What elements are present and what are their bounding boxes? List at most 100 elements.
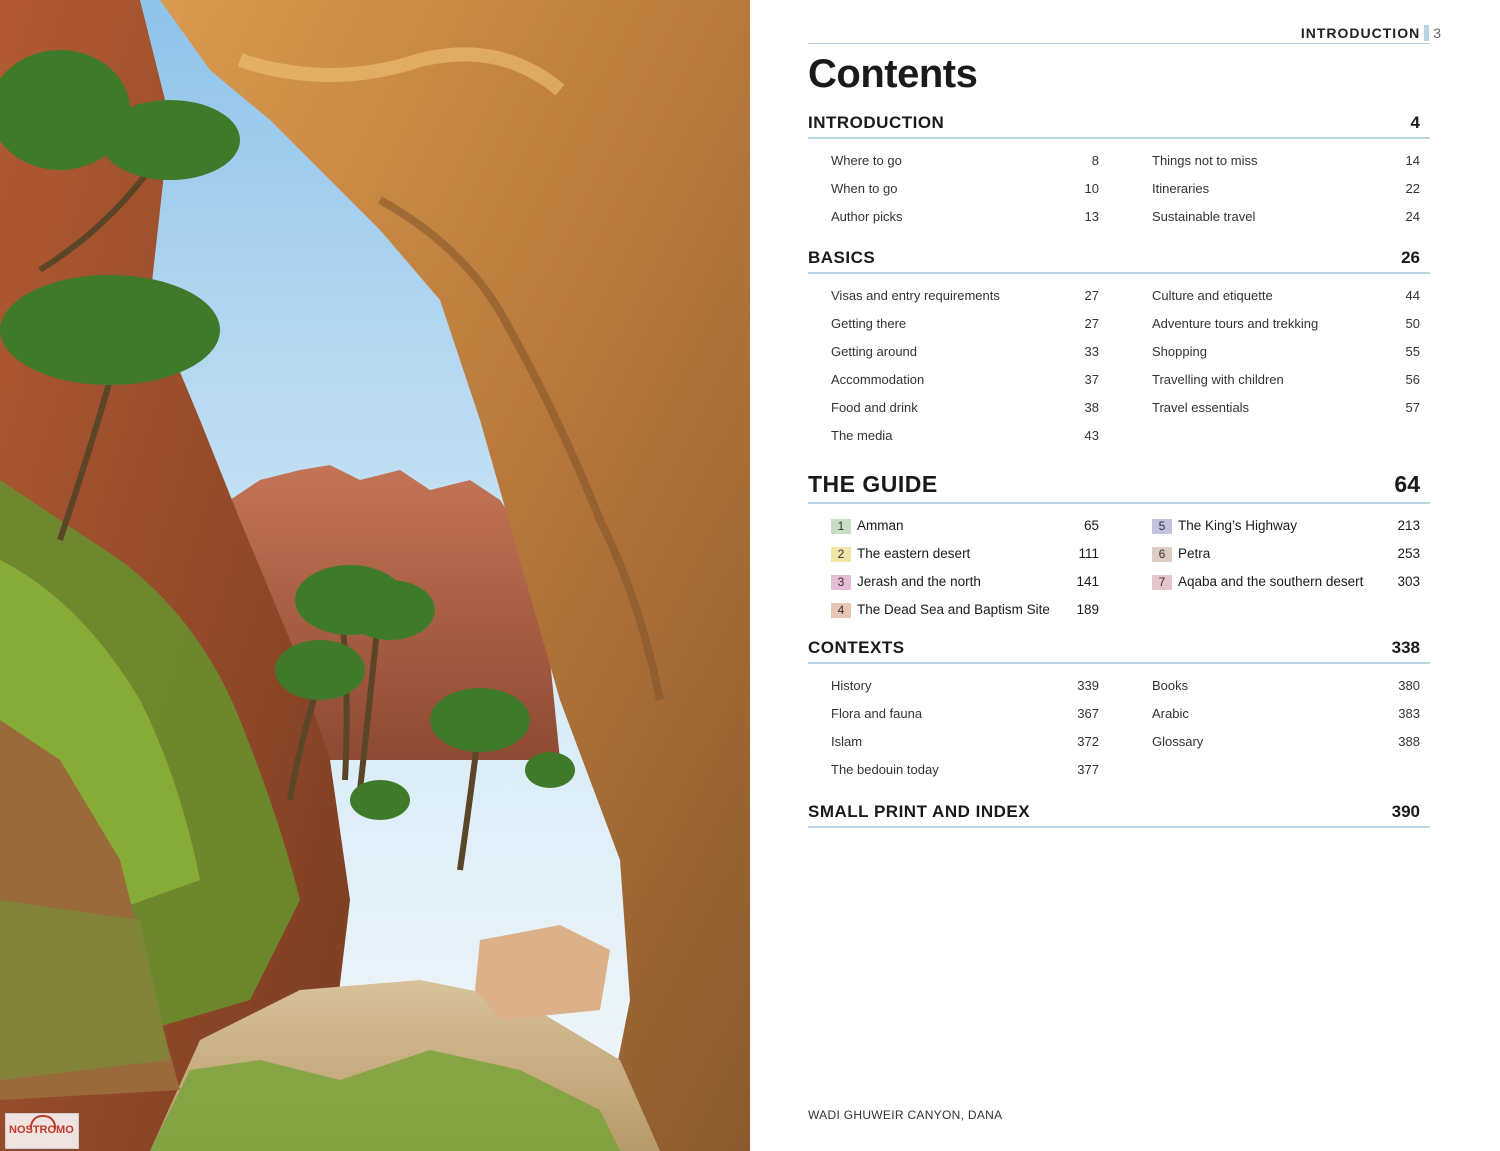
right-column: 5 The King’s Highway 213 6 Petra 253 7 Aqaba an…: [1152, 512, 1420, 596]
toc-entry-page: 253: [1397, 546, 1420, 561]
toc-entry-text: Sustainable travel: [1152, 209, 1256, 224]
toc-entry-label: Flora and fauna: [831, 706, 922, 721]
toc-entry-label: 6 Petra: [1152, 546, 1210, 562]
toc-entry-label: Culture and etiquette: [1152, 288, 1273, 303]
section-heading[interactable]: BASICS 26: [808, 248, 1430, 274]
toc-entry[interactable]: 4 The Dead Sea and Baptism Site 189: [831, 596, 1099, 624]
chapter-number-badge: 2: [831, 547, 851, 562]
left-column: Where to go 8 When to go 10 Author picks 13: [831, 147, 1099, 231]
running-header-section: INTRODUCTION: [1300, 25, 1421, 41]
toc-entry[interactable]: Sustainable travel 24: [1152, 203, 1420, 231]
toc-entry-page: 43: [1084, 428, 1099, 443]
section-heading[interactable]: CONTEXTS 338: [808, 638, 1430, 664]
toc-entry-text: The bedouin today: [831, 762, 939, 777]
toc-entry-text: Petra: [1178, 546, 1211, 561]
section-page: 390: [1391, 802, 1420, 821]
toc-entry-text: When to go: [831, 181, 898, 196]
toc-entry[interactable]: Travel essentials 57: [1152, 394, 1420, 422]
toc-entry-text: Glossary: [1152, 734, 1204, 749]
toc-entry[interactable]: Culture and etiquette 44: [1152, 282, 1420, 310]
toc-entry[interactable]: The media 43: [831, 422, 1099, 450]
toc-entry[interactable]: Arabic 383: [1152, 700, 1420, 728]
toc-entry[interactable]: Glossary 388: [1152, 728, 1420, 756]
toc-entry[interactable]: 6 Petra 253: [1152, 540, 1420, 568]
section-page: 26: [1401, 248, 1420, 267]
right-column: Things not to miss 14 Itineraries 22 Sustain…: [1152, 147, 1420, 231]
page-title: Contents: [808, 52, 978, 96]
toc-entry-page: 13: [1084, 209, 1099, 224]
toc-entry-page: 8: [1091, 153, 1099, 168]
entry-columns: History 339 Flora and fauna 367 Islam 372 The …: [808, 672, 1430, 792]
toc-entry-page: 33: [1084, 344, 1099, 359]
toc-entry[interactable]: Travelling with children 56: [1152, 366, 1420, 394]
right-column: Books 380 Arabic 383 Glossary 388: [1152, 672, 1420, 756]
toc-entry-label: Shopping: [1152, 344, 1207, 359]
toc-entry[interactable]: Visas and entry requirements 27: [831, 282, 1099, 310]
toc-entry[interactable]: Islam 372: [831, 728, 1099, 756]
toc-entry-label: Getting there: [831, 316, 906, 331]
section-heading[interactable]: THE GUIDE 64: [808, 470, 1430, 504]
toc-entry-text: Where to go: [831, 153, 902, 168]
section-name: INTRODUCTION: [808, 113, 945, 132]
toc-entry[interactable]: 3 Jerash and the north 141: [831, 568, 1099, 596]
toc-entry[interactable]: When to go 10: [831, 175, 1099, 203]
toc-entry-text: The media: [831, 428, 893, 443]
section-page: 64: [1394, 471, 1420, 497]
toc-entry-text: Aqaba and the southern desert: [1178, 574, 1364, 589]
section-page: 4: [1410, 113, 1420, 132]
toc-entry-text: The eastern desert: [857, 546, 971, 561]
toc-entry-page: 111: [1078, 546, 1099, 561]
toc-entry-label: Where to go: [831, 153, 902, 168]
entry-columns: Visas and entry requirements 27 Getting th…: [808, 282, 1430, 452]
toc-entry[interactable]: Flora and fauna 367: [831, 700, 1099, 728]
toc-entry[interactable]: 7 Aqaba and the southern desert 303: [1152, 568, 1420, 596]
toc-entry-page: 377: [1077, 762, 1099, 777]
toc-entry-page: 141: [1076, 574, 1099, 589]
toc-entry[interactable]: Shopping 55: [1152, 338, 1420, 366]
toc-entry-label: Accommodation: [831, 372, 924, 387]
toc-entry[interactable]: History 339: [831, 672, 1099, 700]
section-small-print: SMALL PRINT AND INDEX 390: [808, 802, 1430, 828]
toc-entry-text: Arabic: [1152, 706, 1189, 721]
canyon-photo: [0, 0, 750, 1151]
toc-entry[interactable]: 5 The King’s Highway 213: [1152, 512, 1420, 540]
chapter-number-badge: 5: [1152, 519, 1172, 534]
section-basics: BASICS 26 Visas and entry requirements 27…: [808, 248, 1430, 452]
toc-entry-text: Amman: [857, 518, 904, 533]
section-name: BASICS: [808, 248, 876, 267]
toc-entry[interactable]: 2 The eastern desert 111: [831, 540, 1099, 568]
toc-entry-text: Things not to miss: [1152, 153, 1258, 168]
toc-entry[interactable]: Books 380: [1152, 672, 1420, 700]
toc-entry-label: When to go: [831, 181, 898, 196]
toc-entry[interactable]: Adventure tours and trekking 50: [1152, 310, 1420, 338]
toc-entry-text: Travelling with children: [1152, 372, 1284, 387]
toc-entry-page: 38: [1084, 400, 1099, 415]
toc-entry-text: Getting there: [831, 316, 907, 331]
toc-entry[interactable]: The bedouin today 377: [831, 756, 1099, 784]
running-header-page: 3: [1433, 25, 1442, 41]
entry-columns: Where to go 8 When to go 10 Author picks 13 Th…: [808, 147, 1430, 237]
section-the-guide: THE GUIDE 64 1 Amman 65 2 The eastern desert…: [808, 470, 1430, 632]
section-heading[interactable]: INTRODUCTION 4: [808, 113, 1430, 139]
toc-entry-text: The Dead Sea and Baptism Site: [857, 602, 1050, 617]
toc-entry[interactable]: Author picks 13: [831, 203, 1099, 231]
running-header: INTRODUCTION 3: [1301, 25, 1442, 41]
toc-entry[interactable]: Getting around 33: [831, 338, 1099, 366]
toc-entry[interactable]: 1 Amman 65: [831, 512, 1099, 540]
toc-entry-text: Travel essentials: [1152, 400, 1250, 415]
toc-entry-label: Getting around: [831, 344, 917, 359]
toc-entry[interactable]: Getting there 27: [831, 310, 1099, 338]
toc-entry-page: 22: [1405, 181, 1420, 196]
toc-entry-label: Sustainable travel: [1152, 209, 1255, 224]
toc-entry[interactable]: Accommodation 37: [831, 366, 1099, 394]
toc-entry[interactable]: Where to go 8: [831, 147, 1099, 175]
section-heading[interactable]: SMALL PRINT AND INDEX 390: [808, 802, 1430, 828]
toc-entry-page: 14: [1405, 153, 1420, 168]
header-rule: [808, 43, 1430, 44]
contents-page: INTRODUCTION 3 Contents INTRODUCTION 4 Wh…: [808, 0, 1441, 1151]
chapter-number-badge: 6: [1152, 547, 1172, 562]
toc-entry[interactable]: Things not to miss 14: [1152, 147, 1420, 175]
toc-entry[interactable]: Food and drink 38: [831, 394, 1099, 422]
section-page: 338: [1391, 638, 1420, 657]
toc-entry[interactable]: Itineraries 22: [1152, 175, 1420, 203]
